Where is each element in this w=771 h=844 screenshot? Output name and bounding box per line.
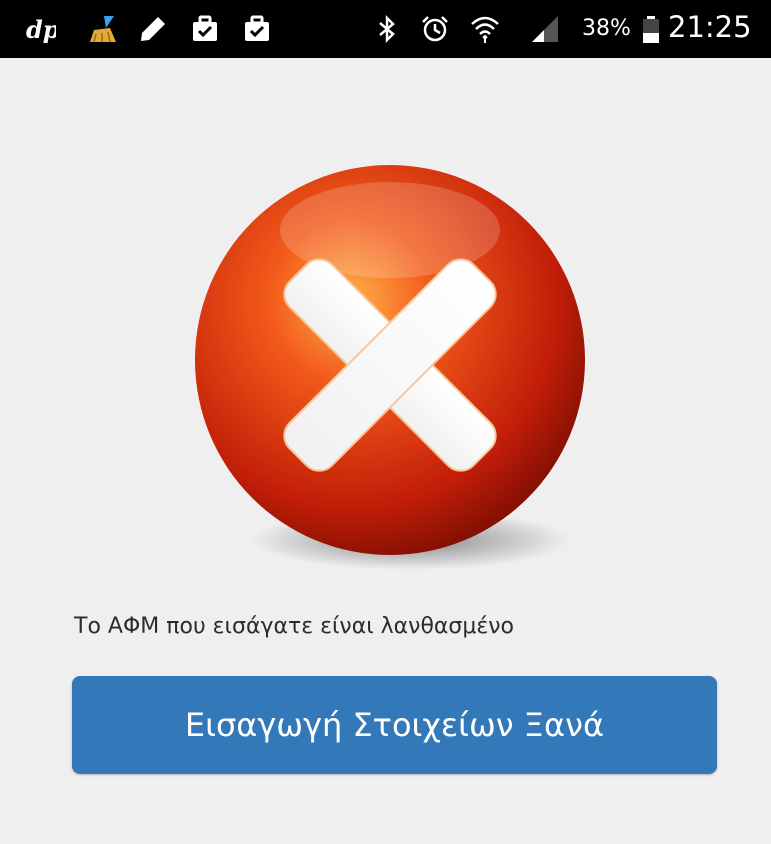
status-bar: dp 38% [0,0,771,58]
svg-text:dp: dp [26,15,56,44]
error-x-icon [195,165,585,570]
pencil-icon [141,17,165,41]
broom-icon [90,16,116,43]
retry-button-label: Εισαγωγή Στοιχείων Ξανά [184,706,605,744]
briefcase-check-icon [193,15,217,41]
battery-percent: 38% [582,16,631,41]
alarm-icon [422,16,448,42]
bluetooth-icon [379,14,395,44]
retry-button[interactable]: Εισαγωγή Στοιχείων Ξανά [72,676,717,774]
signal-icon [532,16,558,42]
dp-app-icon: dp [26,15,56,44]
wifi-icon [471,16,499,43]
battery-icon [643,16,659,43]
clock: 21:25 [668,10,752,44]
error-message: Το ΑΦΜ που εισάγατε είναι λανθασμένο [74,614,515,639]
briefcase-check-icon [245,15,269,41]
